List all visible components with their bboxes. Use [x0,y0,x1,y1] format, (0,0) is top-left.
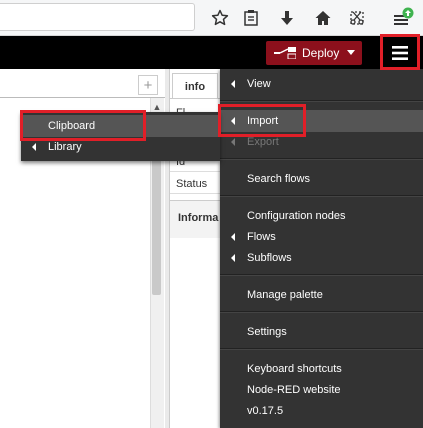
menu-divider [220,274,423,276]
menu-item-label: v0.17.5 [247,405,284,417]
menu-divider [220,195,423,197]
menu-item-flows[interactable]: Flows [220,226,423,248]
submenu-arrow-icon [231,80,235,88]
menu-item-export: Export [220,131,423,153]
submenu-arrow-icon [231,117,235,125]
menu-item-settings[interactable]: Settings [220,321,423,343]
main-dropdown-menu: View Import Export Search flows Configur… [220,69,423,428]
menu-item-label: Search flows [247,173,310,185]
menu-item-keyboard-shortcuts[interactable]: Keyboard shortcuts [220,358,423,380]
menu-divider [220,348,423,350]
main-menu-button[interactable] [384,39,416,67]
submenu-item-library[interactable]: Library [21,136,220,158]
screenshot-icon[interactable] [346,7,368,29]
menu-item-label: Flows [247,231,276,243]
deploy-icon [274,47,296,59]
menu-item-import[interactable]: Import [220,110,423,132]
submenu-arrow-icon [32,143,36,151]
menu-item-label: Import [247,115,279,127]
menu-item-label: Settings [247,326,287,338]
url-bar[interactable] [0,3,195,31]
reading-list-icon[interactable] [240,7,262,29]
menu-item-search-flows[interactable]: Search flows [220,168,423,190]
submenu-arrow-icon [231,138,235,146]
menu-item-label: Keyboard shortcuts [247,363,342,375]
menu-item-label: Subflows [247,252,292,264]
menu-item-subflows[interactable]: Subflows [220,247,423,269]
submenu-item-label: Clipboard [48,120,96,132]
hamburger-icon [392,46,408,60]
menu-item-version: v0.17.5 [220,400,423,422]
submenu-item-clipboard[interactable]: Clipboard [21,115,220,137]
tab-info[interactable]: info [172,73,218,99]
download-icon[interactable] [276,7,298,29]
import-submenu: Clipboard Library [21,112,220,161]
deploy-button[interactable]: Deploy [266,41,362,65]
home-icon[interactable] [312,7,334,29]
menu-item-view[interactable]: View [220,73,423,95]
deploy-caret-icon[interactable] [347,50,355,55]
submenu-arrow-icon [231,254,235,262]
menu-item-configuration-nodes[interactable]: Configuration nodes [220,205,423,227]
submenu-item-label: Library [48,141,82,153]
menu-item-manage-palette[interactable]: Manage palette [220,284,423,306]
add-flow-button[interactable]: + [138,75,158,95]
menu-item-label: View [247,78,271,90]
menu-item-node-red-website[interactable]: Node-RED website [220,379,423,401]
menu-divider [220,311,423,313]
menu-item-label: Export [247,136,279,148]
submenu-arrow-icon [231,233,235,241]
star-icon[interactable] [209,7,231,29]
deploy-label: Deploy [302,46,340,60]
menu-divider [220,100,423,102]
menu-update-icon[interactable] [392,7,414,29]
menu-divider [220,158,423,160]
menu-item-label: Configuration nodes [247,210,346,222]
menu-item-label: Node-RED website [247,384,341,396]
menu-item-label: Manage palette [247,289,323,301]
